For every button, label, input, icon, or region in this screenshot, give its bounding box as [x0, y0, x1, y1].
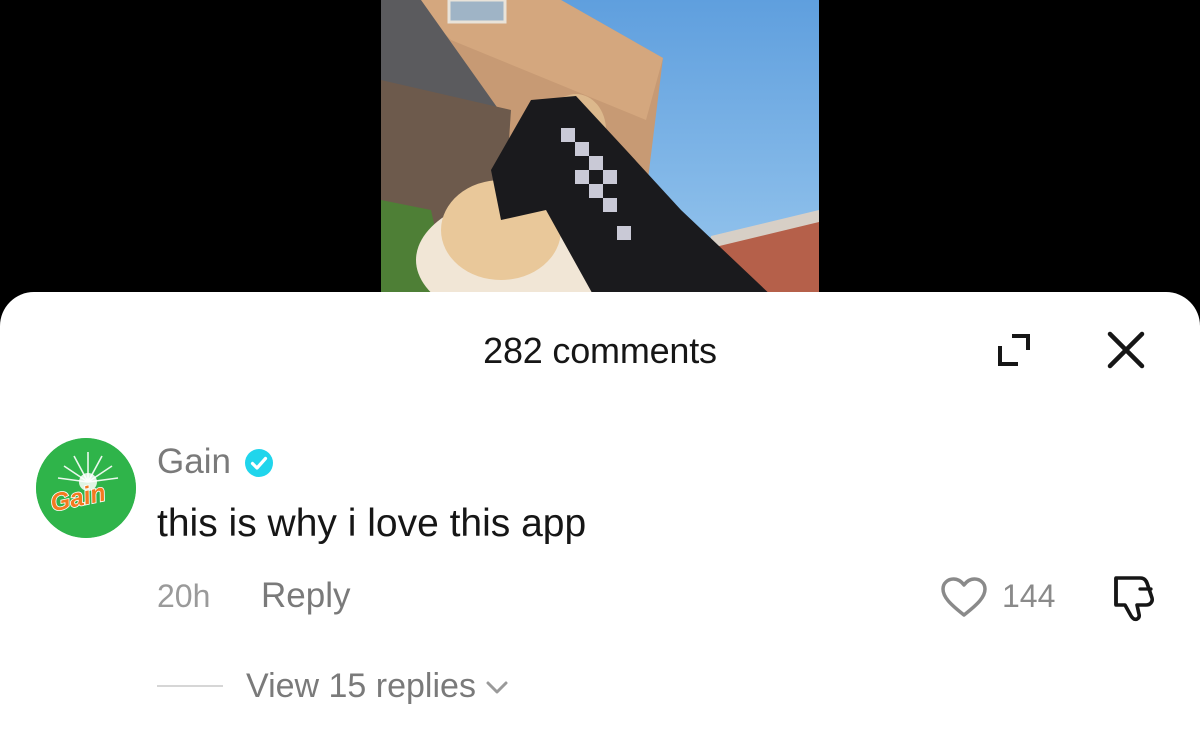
view-replies-label: View 15 replies	[246, 666, 476, 705]
video-player[interactable]	[381, 0, 819, 300]
expand-button[interactable]	[992, 328, 1036, 372]
comment-username[interactable]: Gain	[157, 442, 231, 482]
comments-sheet: 282 comments Gain Gain this is why i lov…	[0, 292, 1200, 739]
like-button[interactable]: 144	[940, 574, 1070, 620]
verified-badge-icon	[245, 449, 273, 477]
dislike-button[interactable]	[1104, 572, 1160, 622]
video-frame-image	[381, 0, 819, 300]
close-button[interactable]	[1100, 324, 1152, 376]
comment-timestamp: 20h	[157, 578, 211, 614]
close-icon	[1107, 331, 1145, 369]
gain-logo: Gain	[36, 438, 136, 538]
comment-text: this is why i love this app	[157, 502, 587, 545]
reply-button[interactable]: Reply	[261, 576, 350, 616]
heart-icon	[941, 577, 987, 617]
thumbs-down-icon	[1114, 576, 1154, 622]
avatar[interactable]: Gain	[36, 438, 136, 538]
view-replies-button[interactable]: View 15 replies	[246, 666, 510, 706]
replies-divider	[157, 685, 223, 687]
expand-icon	[998, 334, 1030, 366]
like-count: 144	[1002, 578, 1056, 614]
chevron-down-icon	[486, 681, 508, 694]
